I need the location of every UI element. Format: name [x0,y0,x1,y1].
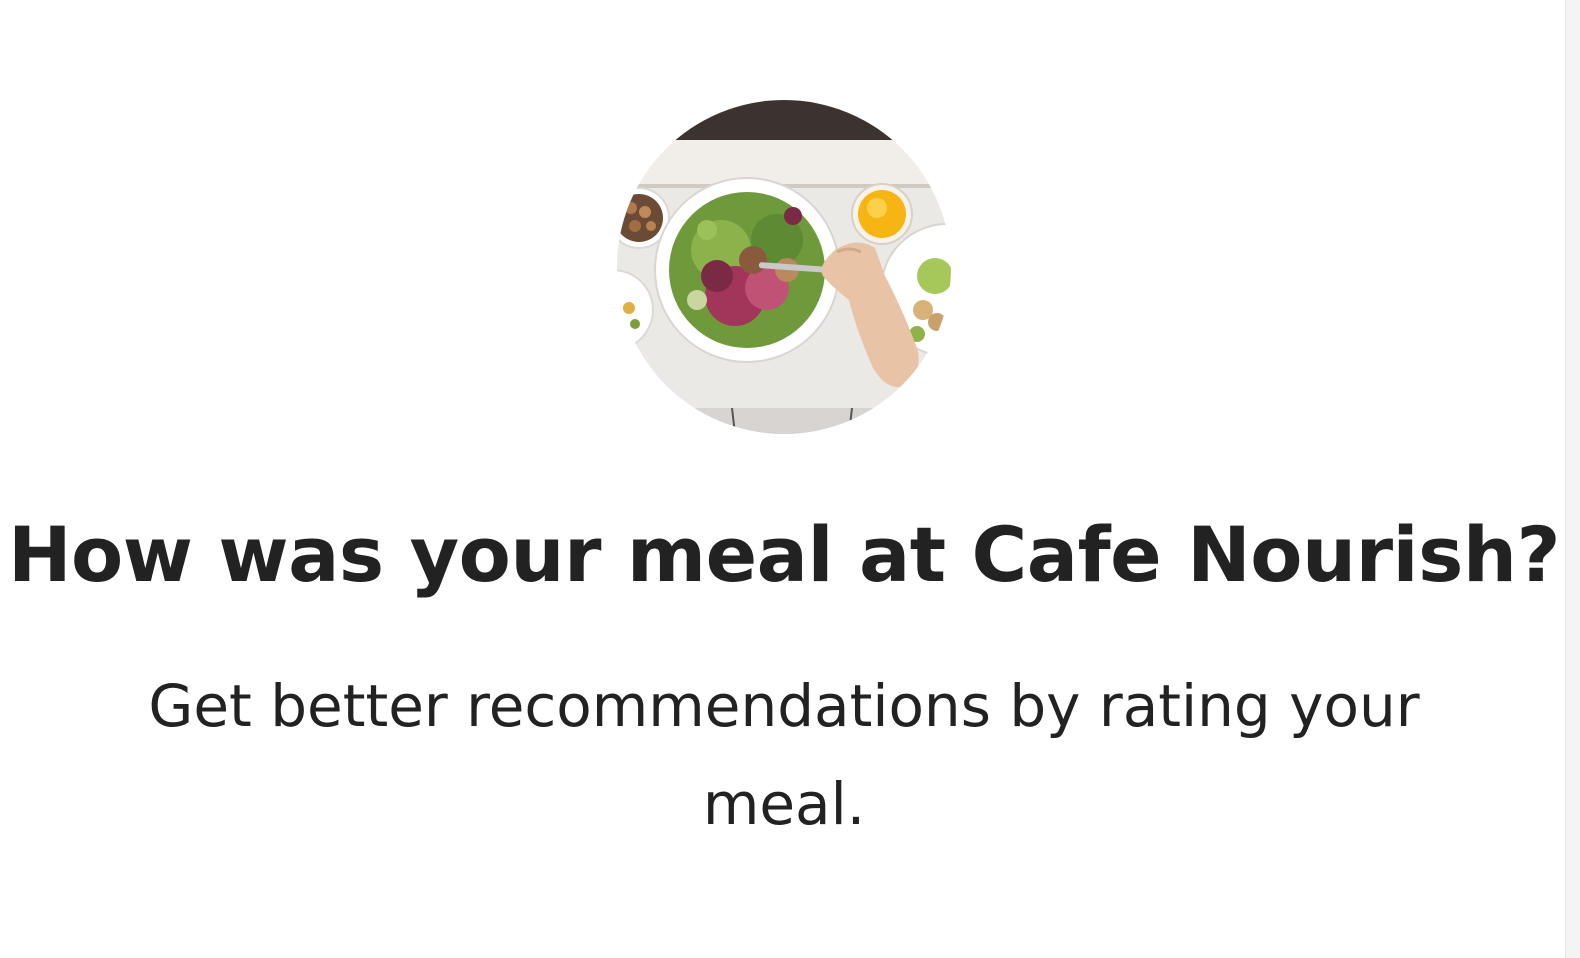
page-subtitle: Get better recommendations by rating you… [148,672,1420,838]
rating-prompt-screen: How was your meal at Cafe Nourish? Get b… [0,0,1580,958]
meal-photo [617,100,951,434]
page-title: How was your meal at Cafe Nourish? [7,510,1561,599]
scrollbar[interactable] [1565,0,1580,958]
salad-bowl-image [617,100,951,434]
